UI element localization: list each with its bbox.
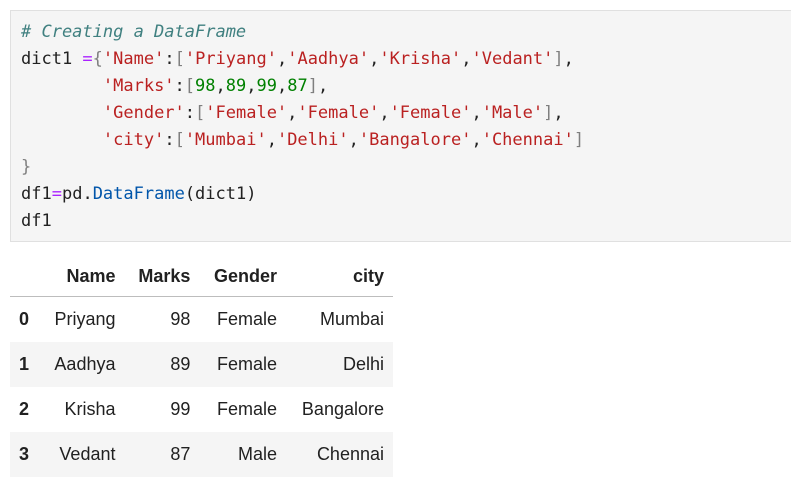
code-key: 'Name' — [102, 49, 165, 69]
code-line-dataframe: df1=pd.DataFrame(dict1) — [21, 181, 256, 208]
code-brace: } — [21, 157, 32, 177]
cell-marks: 98 — [170, 309, 191, 329]
code-punct: ] — [553, 49, 564, 69]
code-punct: ] — [573, 130, 585, 150]
code-string: 'Priyang' — [184, 49, 277, 69]
row-index: 1 — [19, 354, 30, 374]
code-number: 99 — [256, 76, 277, 96]
code-var: df1 — [21, 211, 52, 231]
index-header — [10, 256, 40, 297]
code-punct: , — [563, 49, 574, 69]
code-punct: , — [246, 76, 257, 96]
cell-city: Mumbai — [319, 309, 384, 329]
code-var: df1 — [21, 184, 52, 204]
table-row: 1 Aadhya 89 Female Delhi — [10, 342, 393, 387]
code-comment: # Creating a DataFrame — [21, 22, 247, 42]
code-key: 'city' — [102, 130, 165, 150]
code-op: = — [82, 49, 93, 69]
code-punct: [ — [174, 130, 185, 150]
code-punct: , — [553, 103, 564, 123]
code-string: 'Delhi' — [276, 130, 349, 150]
code-string: 'Male' — [481, 103, 544, 123]
cell-marks: 87 — [170, 444, 191, 464]
code-line-city: 'city':['Mumbai','Delhi','Bangalore','Ch… — [21, 127, 584, 154]
code-line-gender: 'Gender':['Female','Female','Female','Ma… — [21, 100, 564, 127]
table-header-row: Name Marks Gender city — [10, 256, 393, 297]
code-string: 'Female' — [205, 103, 288, 123]
code-punct: : — [174, 76, 185, 96]
cell-city: Delhi — [342, 354, 384, 374]
code-key: 'Marks' — [102, 76, 175, 96]
row-index: 3 — [19, 444, 30, 464]
code-punct: [ — [195, 103, 206, 123]
cell-name: Vedant — [59, 444, 116, 464]
code-punct: , — [348, 130, 359, 150]
code-punct: , — [369, 49, 380, 69]
code-punct: : — [184, 103, 196, 123]
code-punct: , — [215, 76, 226, 96]
code-punct: : — [164, 130, 175, 150]
code-function: DataFrame — [92, 184, 185, 204]
code-punct: , — [276, 49, 288, 69]
cell-gender: Female — [216, 399, 277, 419]
dataframe-output-table: Name Marks Gender city 0 Priyang 98 Fema… — [10, 256, 393, 477]
code-string: 'Female' — [297, 103, 380, 123]
code-cell[interactable]: # Creating a DataFrame dict1 ={'Name':['… — [10, 10, 791, 242]
code-number: 87 — [287, 76, 308, 96]
code-key: 'Gender' — [102, 103, 185, 123]
code-line-marks: 'Marks':[98,89,99,87], — [21, 73, 328, 100]
column-header-marks: Marks — [124, 256, 200, 297]
code-string: 'Bangalore' — [358, 130, 472, 150]
code-number: 89 — [225, 76, 247, 96]
cell-name: Krisha — [64, 399, 116, 419]
code-punct: [ — [184, 76, 196, 96]
code-var: dict1 — [21, 49, 83, 69]
code-line-df1: df1 — [21, 208, 52, 235]
code-punct: , — [471, 103, 482, 123]
table-row: 2 Krisha 99 Female Bangalore — [10, 387, 393, 432]
code-punct: : — [164, 49, 175, 69]
code-punct: , — [266, 130, 277, 150]
code-punct: ] — [307, 76, 318, 96]
cell-name: Priyang — [54, 309, 116, 329]
code-punct: ] — [543, 103, 554, 123]
table-row: 0 Priyang 98 Female Mumbai — [10, 297, 393, 343]
code-line-close: } — [21, 154, 31, 181]
row-index: 0 — [19, 309, 30, 329]
code-string: 'Mumbai' — [184, 130, 267, 150]
code-punct: , — [317, 76, 329, 96]
cell-name: Aadhya — [54, 354, 116, 374]
cell-marks: 89 — [170, 354, 191, 374]
code-string: 'Vedant' — [471, 49, 554, 69]
code-brace: { — [92, 49, 103, 69]
code-punct: , — [287, 103, 298, 123]
cell-gender: Female — [216, 354, 277, 374]
code-line-comment: # Creating a DataFrame — [21, 19, 246, 46]
column-header-name: Name — [39, 256, 125, 297]
code-args: (dict1) — [184, 184, 257, 204]
column-header-gender: Gender — [199, 256, 286, 297]
row-index: 2 — [19, 399, 30, 419]
cell-marks: 99 — [170, 399, 191, 419]
cell-gender: Male — [237, 444, 277, 464]
cell-city: Chennai — [316, 444, 384, 464]
cell-city: Bangalore — [301, 399, 384, 419]
column-header-city: city — [285, 256, 393, 297]
table-row: 3 Vedant 87 Male Chennai — [10, 432, 393, 477]
code-punct: , — [379, 103, 390, 123]
code-string: 'Krisha' — [379, 49, 462, 69]
code-number: 98 — [195, 76, 216, 96]
code-string: 'Female' — [389, 103, 472, 123]
code-punct: , — [461, 49, 472, 69]
code-string: 'Chennai' — [481, 130, 574, 150]
cell-gender: Female — [216, 309, 277, 329]
code-module: pd. — [61, 184, 93, 204]
code-punct: [ — [174, 49, 185, 69]
code-op: = — [51, 184, 62, 204]
code-punct: , — [471, 130, 482, 150]
code-punct: , — [277, 76, 288, 96]
code-line-name: dict1 ={'Name':['Priyang','Aadhya','Kris… — [21, 46, 574, 73]
code-string: 'Aadhya' — [287, 49, 370, 69]
